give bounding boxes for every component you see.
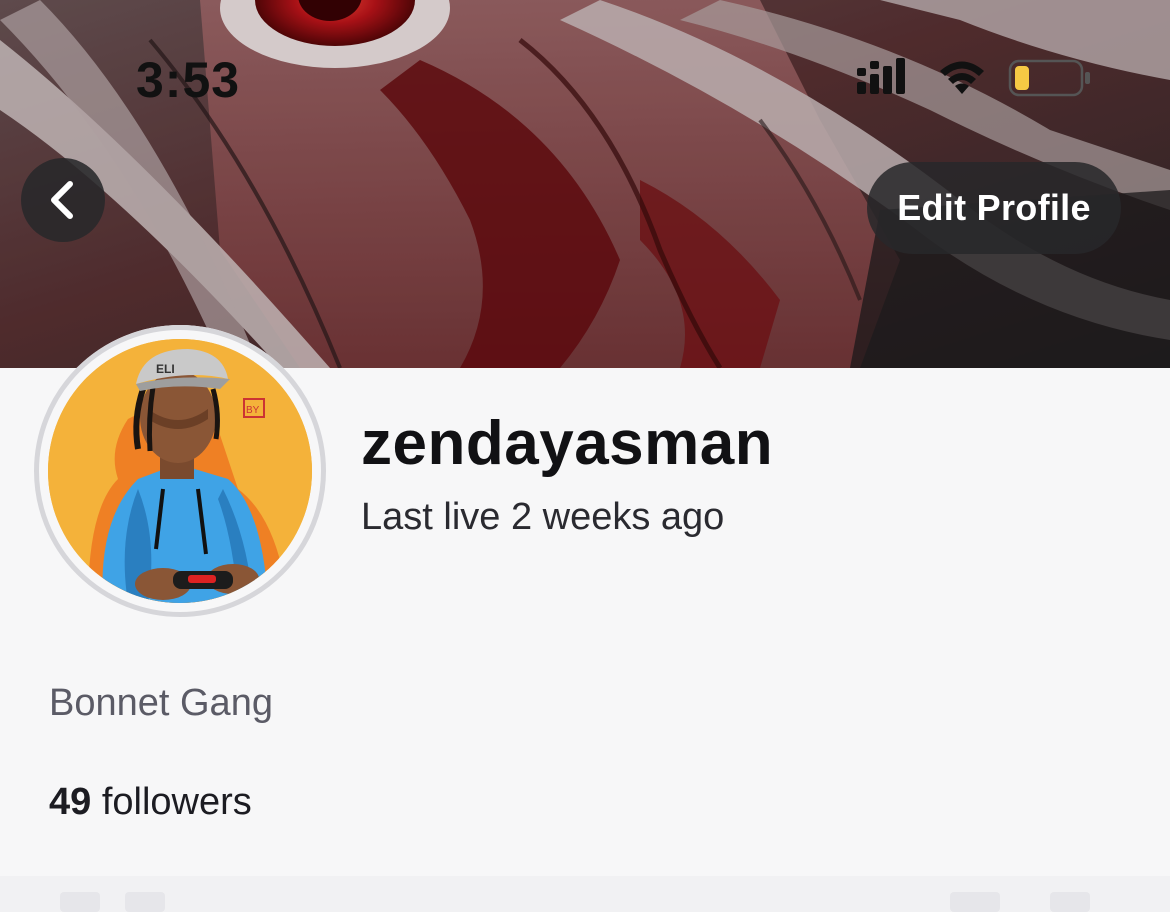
avatar-image: ELI BY: [48, 339, 312, 603]
content-strip: [0, 876, 1170, 912]
avatar[interactable]: ELI BY: [34, 325, 326, 617]
status-time: 3:53: [136, 52, 241, 108]
placeholder-block: [1050, 892, 1090, 912]
placeholder-block: [950, 892, 1000, 912]
wifi-icon: [940, 61, 984, 94]
followers-label: followers: [101, 781, 252, 823]
svg-text:ELI: ELI: [156, 362, 175, 376]
cellular-signal-icon: [857, 58, 905, 94]
status-icons: [855, 58, 1095, 98]
edit-profile-button[interactable]: Edit Profile: [867, 162, 1121, 254]
chevron-left-icon: [51, 181, 73, 219]
back-button[interactable]: [21, 158, 105, 242]
last-live-status: Last live 2 weeks ago: [361, 496, 725, 538]
followers-link[interactable]: 49 followers: [49, 779, 252, 825]
battery-icon: [1008, 59, 1090, 97]
username: zendayasman: [361, 409, 774, 478]
placeholder-block: [60, 892, 100, 912]
placeholder-block: [125, 892, 165, 912]
followers-count: 49: [49, 781, 92, 823]
profile-bio: Bonnet Gang: [49, 682, 273, 724]
svg-text:BY: BY: [246, 405, 260, 416]
